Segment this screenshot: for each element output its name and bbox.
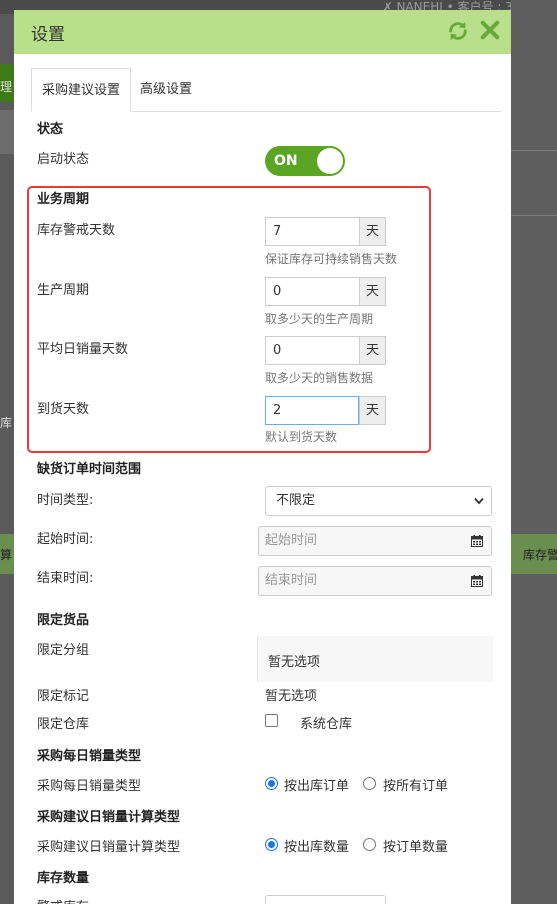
avg-daily-sales-days-help: 取多少天的销售数据 xyxy=(265,371,374,385)
avg-daily-sales-days-label: 平均日销量天数 xyxy=(37,342,129,357)
background-left-text: 算 xyxy=(0,548,13,562)
production-cycle-help: 取多少天的生产周期 xyxy=(265,312,374,326)
section-title-daily-sales-type: 采购每日销量类型 xyxy=(37,749,142,764)
background-divider xyxy=(511,215,557,216)
close-icon[interactable] xyxy=(479,19,501,41)
system-warehouse-checkbox[interactable] xyxy=(265,714,278,727)
background-right-text: 库存警 xyxy=(523,548,557,562)
tab-purchase-suggestion[interactable]: 采购建议设置 xyxy=(31,68,131,112)
warning-stock-label: 警戒库存 xyxy=(37,896,89,904)
radio-by-outbound-order[interactable] xyxy=(265,777,278,790)
avg-daily-sales-days-input[interactable] xyxy=(265,336,359,365)
tab-advanced-settings[interactable]: 高级设置 xyxy=(135,68,197,112)
section-title-limit-goods: 限定货品 xyxy=(37,613,90,628)
enable-status-toggle[interactable]: ON xyxy=(265,146,345,176)
unit-addon: 天 xyxy=(359,336,386,365)
production-cycle-label: 生产周期 xyxy=(37,283,90,298)
unit-addon: 天 xyxy=(359,277,386,306)
arrival-days-help: 默认到货天数 xyxy=(265,430,338,444)
section-title-status: 状态 xyxy=(37,122,64,137)
start-time-label: 起始时间: xyxy=(37,532,94,547)
calendar-icon[interactable] xyxy=(471,575,483,587)
radio-by-order-qty[interactable] xyxy=(363,838,376,851)
system-warehouse-label: 系统仓库 xyxy=(300,717,353,732)
start-time-placeholder: 起始时间 xyxy=(265,533,318,548)
production-cycle-input[interactable] xyxy=(265,277,359,306)
refresh-icon[interactable] xyxy=(447,20,469,42)
modal-header: 设置 xyxy=(14,10,511,54)
chevron-down-icon xyxy=(474,497,484,505)
background-right-panel xyxy=(511,0,557,904)
calendar-icon[interactable] xyxy=(471,535,483,547)
modal-title: 设置 xyxy=(31,25,65,45)
background-left-text: 理 xyxy=(0,80,13,94)
section-title-out-of-stock: 缺货订单时间范围 xyxy=(37,462,142,477)
settings-modal: 设置 采购建议设置 高级设置 状态 启动状态 ON 业务周期 库存警戒天数 天 … xyxy=(14,10,511,904)
stock-warning-days-label: 库存警戒天数 xyxy=(37,223,116,238)
calc-type-label: 采购建议日销量计算类型 xyxy=(37,840,181,855)
radio-label: 按出库订单 xyxy=(284,779,350,794)
unit-addon: 天 xyxy=(359,396,386,425)
tab-bar: 采购建议设置 高级设置 xyxy=(31,68,501,112)
arrival-days-input[interactable] xyxy=(265,396,359,425)
limit-group-value: 暂无选项 xyxy=(268,655,321,670)
daily-sales-type-label: 采购每日销量类型 xyxy=(37,779,142,794)
toggle-knob xyxy=(317,148,343,174)
limit-mark-label: 限定标记 xyxy=(37,689,90,704)
time-type-select[interactable]: 不限定 xyxy=(265,486,492,516)
radio-by-all-orders[interactable] xyxy=(363,777,376,790)
section-title-calc-type: 采购建议日销量计算类型 xyxy=(37,810,181,825)
time-type-value: 不限定 xyxy=(276,493,316,508)
radio-label: 按订单数量 xyxy=(383,840,449,855)
section-title-stock-qty: 库存数量 xyxy=(37,871,90,886)
radio-label: 按所有订单 xyxy=(383,779,449,794)
end-time-label: 结束时间: xyxy=(37,571,94,586)
background-divider xyxy=(511,150,557,151)
limit-group-select[interactable]: 暂无选项 xyxy=(257,636,493,682)
unit-addon: 天 xyxy=(359,217,386,246)
radio-label: 按出库数量 xyxy=(284,840,350,855)
stock-warning-days-help: 保证库存可持续销售天数 xyxy=(265,252,398,266)
enable-status-label: 启动状态 xyxy=(37,152,90,167)
start-time-input[interactable]: 起始时间 xyxy=(258,526,492,556)
radio-by-outbound-qty[interactable] xyxy=(265,838,278,851)
end-time-input[interactable]: 结束时间 xyxy=(258,566,492,596)
limit-group-label: 限定分组 xyxy=(37,643,90,658)
stock-warning-days-input[interactable] xyxy=(265,217,359,246)
background-left-text: 库 xyxy=(0,416,13,430)
limit-warehouse-label: 限定仓库 xyxy=(37,717,90,732)
section-title-business-cycle: 业务周期 xyxy=(37,192,90,207)
time-type-label: 时间类型: xyxy=(37,493,94,508)
toggle-text: ON xyxy=(274,153,298,169)
arrival-days-label: 到货天数 xyxy=(37,402,90,417)
limit-mark-value[interactable]: 暂无选项 xyxy=(265,685,317,704)
background-strip xyxy=(0,110,14,154)
end-time-placeholder: 结束时间 xyxy=(265,573,318,588)
warning-stock-input[interactable] xyxy=(265,895,386,904)
